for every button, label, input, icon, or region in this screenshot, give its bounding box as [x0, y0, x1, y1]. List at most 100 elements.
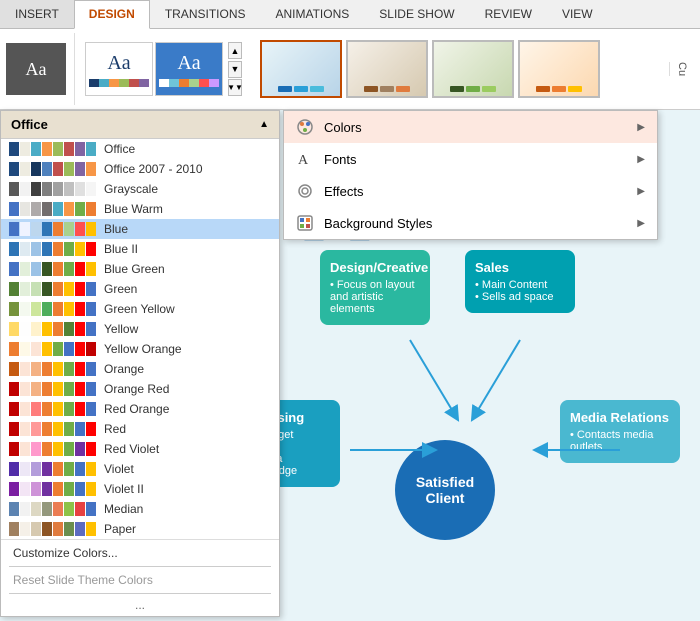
color-swatches-4 — [9, 222, 96, 236]
submenu-item-colors[interactable]: Colors▶ — [284, 111, 657, 143]
color-item-label-10: Yellow Orange — [104, 342, 182, 356]
theme-thumb-4[interactable] — [518, 40, 600, 98]
background-icon — [296, 214, 314, 232]
ribbon-content: Aa Aa — [0, 29, 700, 109]
colors-list[interactable]: Office Office 2007 - 2010Grayscale Blue Wa… — [1, 139, 279, 539]
color-item-violet[interactable]: Violet — [1, 459, 279, 479]
color-item-label-16: Violet — [104, 462, 134, 476]
color-item-red-violet[interactable]: Red Violet — [1, 439, 279, 459]
color-swatches-5 — [9, 242, 96, 256]
color-swatches-8 — [9, 302, 96, 316]
color-item-label-18: Median — [104, 502, 143, 516]
color-item-orange[interactable]: Orange — [1, 359, 279, 379]
tab-view[interactable]: VIEW — [547, 0, 608, 28]
themes-scroll-up[interactable]: ▲ — [228, 42, 242, 59]
color-item-blue[interactable]: Blue — [1, 219, 279, 239]
box-design-title: Design/Creative — [330, 260, 420, 275]
color-item-violet-ii[interactable]: Violet II — [1, 479, 279, 499]
box-media-title: Media Relations — [570, 410, 670, 425]
footer-dots: ... — [9, 598, 271, 612]
color-swatches-10 — [9, 342, 96, 356]
submenu-label-colors: Colors — [324, 120, 362, 135]
color-item-blue-ii[interactable]: Blue II — [1, 239, 279, 259]
theme-thumb-2[interactable] — [346, 40, 428, 98]
color-swatches-15 — [9, 442, 96, 456]
color-item-yellow-orange[interactable]: Yellow Orange — [1, 339, 279, 359]
customize-colors-btn[interactable]: Customize Colors... — [9, 544, 271, 562]
reset-colors-btn[interactable]: Reset Slide Theme Colors — [9, 571, 271, 589]
box-design-bullet1: • Focus on layout and artistic elements — [330, 279, 420, 315]
color-swatches-11 — [9, 362, 96, 376]
color-item-label-6: Blue Green — [104, 262, 165, 276]
color-item-median[interactable]: Median — [1, 499, 279, 519]
color-swatches-17 — [9, 482, 96, 496]
theme-thumb-1[interactable] — [260, 40, 342, 98]
color-swatches-12 — [9, 382, 96, 396]
box-center-title: Satisfied Client — [405, 474, 485, 506]
color-swatches-16 — [9, 462, 96, 476]
tab-transitions[interactable]: TRANSITIONS — [150, 0, 261, 28]
color-item-yellow[interactable]: Yellow — [1, 319, 279, 339]
ribbon-tabs: INSERT DESIGN TRANSITIONS ANIMATIONS SLI… — [0, 0, 700, 29]
theme-button-aa1[interactable]: Aa — [85, 42, 153, 96]
color-swatches-1 — [9, 162, 96, 176]
color-item-orange-red[interactable]: Orange Red — [1, 379, 279, 399]
effects-icon — [296, 182, 314, 200]
color-item-label-15: Red Violet — [104, 442, 159, 456]
color-item-red-orange[interactable]: Red Orange — [1, 399, 279, 419]
color-item-label-17: Violet II — [104, 482, 144, 496]
box-design: Design/Creative • Focus on layout and ar… — [320, 250, 430, 325]
color-item-label-14: Red — [104, 422, 126, 436]
color-swatches-19 — [9, 522, 96, 536]
submenu-arrow-effects: ▶ — [637, 186, 645, 197]
color-swatches-3 — [9, 202, 96, 216]
tab-design[interactable]: DESIGN — [74, 0, 150, 29]
color-item-label-5: Blue II — [104, 242, 138, 256]
color-item-label-3: Blue Warm — [104, 202, 163, 216]
svg-text:A: A — [298, 153, 309, 168]
submenu-item-background-styles[interactable]: Background Styles▶ — [284, 207, 657, 239]
color-swatches-18 — [9, 502, 96, 516]
color-item-green[interactable]: Green — [1, 279, 279, 299]
color-swatches-13 — [9, 402, 96, 416]
customize-button[interactable]: Cu — [669, 62, 694, 76]
color-item-label-8: Green Yellow — [104, 302, 175, 316]
submenu-item-fonts[interactable]: AFonts▶ — [284, 143, 657, 175]
right-submenu: Colors▶ A Fonts ▶Effects▶Background Styles▶ — [283, 110, 658, 240]
color-item-blue-green[interactable]: Blue Green — [1, 259, 279, 279]
tab-slideshow[interactable]: SLIDE SHOW — [364, 0, 469, 28]
color-item-green-yellow[interactable]: Green Yellow — [1, 299, 279, 319]
submenu-label-fonts: Fonts — [324, 152, 357, 167]
color-swatches-0 — [9, 142, 96, 156]
box-sales-bullet1: • Main Content — [475, 279, 565, 291]
color-item-paper[interactable]: Paper — [1, 519, 279, 539]
fonts-icon: A — [296, 150, 314, 168]
box-center: Satisfied Client — [395, 440, 495, 540]
color-item-label-11: Orange — [104, 362, 144, 376]
box-sales-title: Sales — [475, 260, 565, 275]
themes-scroll-more[interactable]: ▼▼ — [228, 79, 242, 96]
color-item-label-9: Yellow — [104, 322, 138, 336]
color-item-grayscale[interactable]: Grayscale — [1, 179, 279, 199]
color-item-label-0: Office — [104, 142, 135, 156]
color-item-blue-warm[interactable]: Blue Warm — [1, 199, 279, 219]
box-media: Media Relations • Contacts media outlets — [560, 400, 680, 463]
tab-animations[interactable]: ANIMATIONS — [260, 0, 364, 28]
submenu-label-background-styles: Background Styles — [324, 216, 432, 231]
colors-dropdown: Office ▲ OfficeOffice 2007 - 2010Graysca… — [0, 110, 280, 617]
color-item-label-13: Red Orange — [104, 402, 169, 416]
tab-review[interactable]: REVIEW — [470, 0, 547, 28]
color-swatches-9 — [9, 322, 96, 336]
tab-insert[interactable]: INSERT — [0, 0, 74, 28]
dropdown-footer: Customize Colors... Reset Slide Theme Co… — [1, 539, 279, 616]
color-swatches-2 — [9, 182, 96, 196]
main-area: W ITH CLIENTS . . . . . . . . . . . . De… — [0, 110, 700, 621]
theme-button-aa2[interactable]: Aa — [155, 42, 223, 96]
themes-scroll-down[interactable]: ▼ — [228, 61, 242, 78]
theme-thumb-3[interactable] — [432, 40, 514, 98]
color-item-red[interactable]: Red — [1, 419, 279, 439]
color-item-label-12: Orange Red — [104, 382, 169, 396]
color-item-office-2007---2010[interactable]: Office 2007 - 2010 — [1, 159, 279, 179]
submenu-item-effects[interactable]: Effects▶ — [284, 175, 657, 207]
color-item-office[interactable]: Office — [1, 139, 279, 159]
